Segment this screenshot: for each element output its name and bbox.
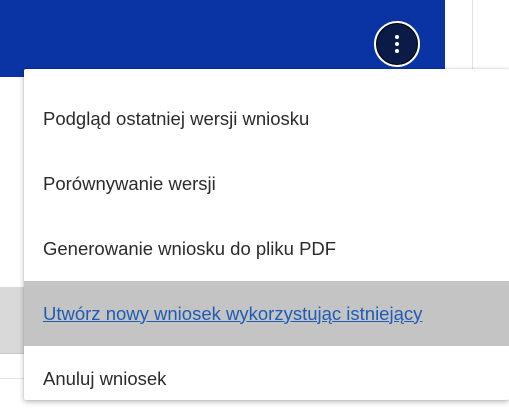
menu-item-label: Podgląd ostatniej wersji wniosku <box>43 107 310 129</box>
background-divider <box>0 353 24 354</box>
menu-item-generate-pdf[interactable]: Generowanie wniosku do pliku PDF <box>24 216 509 281</box>
menu-item-create-from-existing[interactable]: Utwórz nowy wniosek wykorzystując istnie… <box>24 281 509 346</box>
menu-item-preview-last-version[interactable]: Podgląd ostatniej wersji wniosku <box>24 86 509 151</box>
more-options-button[interactable] <box>374 21 420 67</box>
header-side-panel <box>445 0 509 77</box>
menu-item-label[interactable]: Utwórz nowy wniosek wykorzystując istnie… <box>43 303 422 325</box>
kebab-vertical-icon <box>395 35 399 53</box>
menu-item-label: Generowanie wniosku do pliku PDF <box>43 237 337 259</box>
background-row-highlight <box>0 287 24 353</box>
actions-dropdown-menu: Podgląd ostatniej wersji wniosku Porówny… <box>24 69 509 400</box>
background-divider <box>0 378 24 379</box>
menu-item-label: Anuluj wniosek <box>43 367 167 389</box>
header-divider <box>472 0 473 77</box>
menu-item-compare-versions[interactable]: Porównywanie wersji <box>24 151 509 216</box>
menu-item-label: Porównywanie wersji <box>43 172 216 194</box>
menu-item-cancel-application[interactable]: Anuluj wniosek <box>24 346 509 411</box>
